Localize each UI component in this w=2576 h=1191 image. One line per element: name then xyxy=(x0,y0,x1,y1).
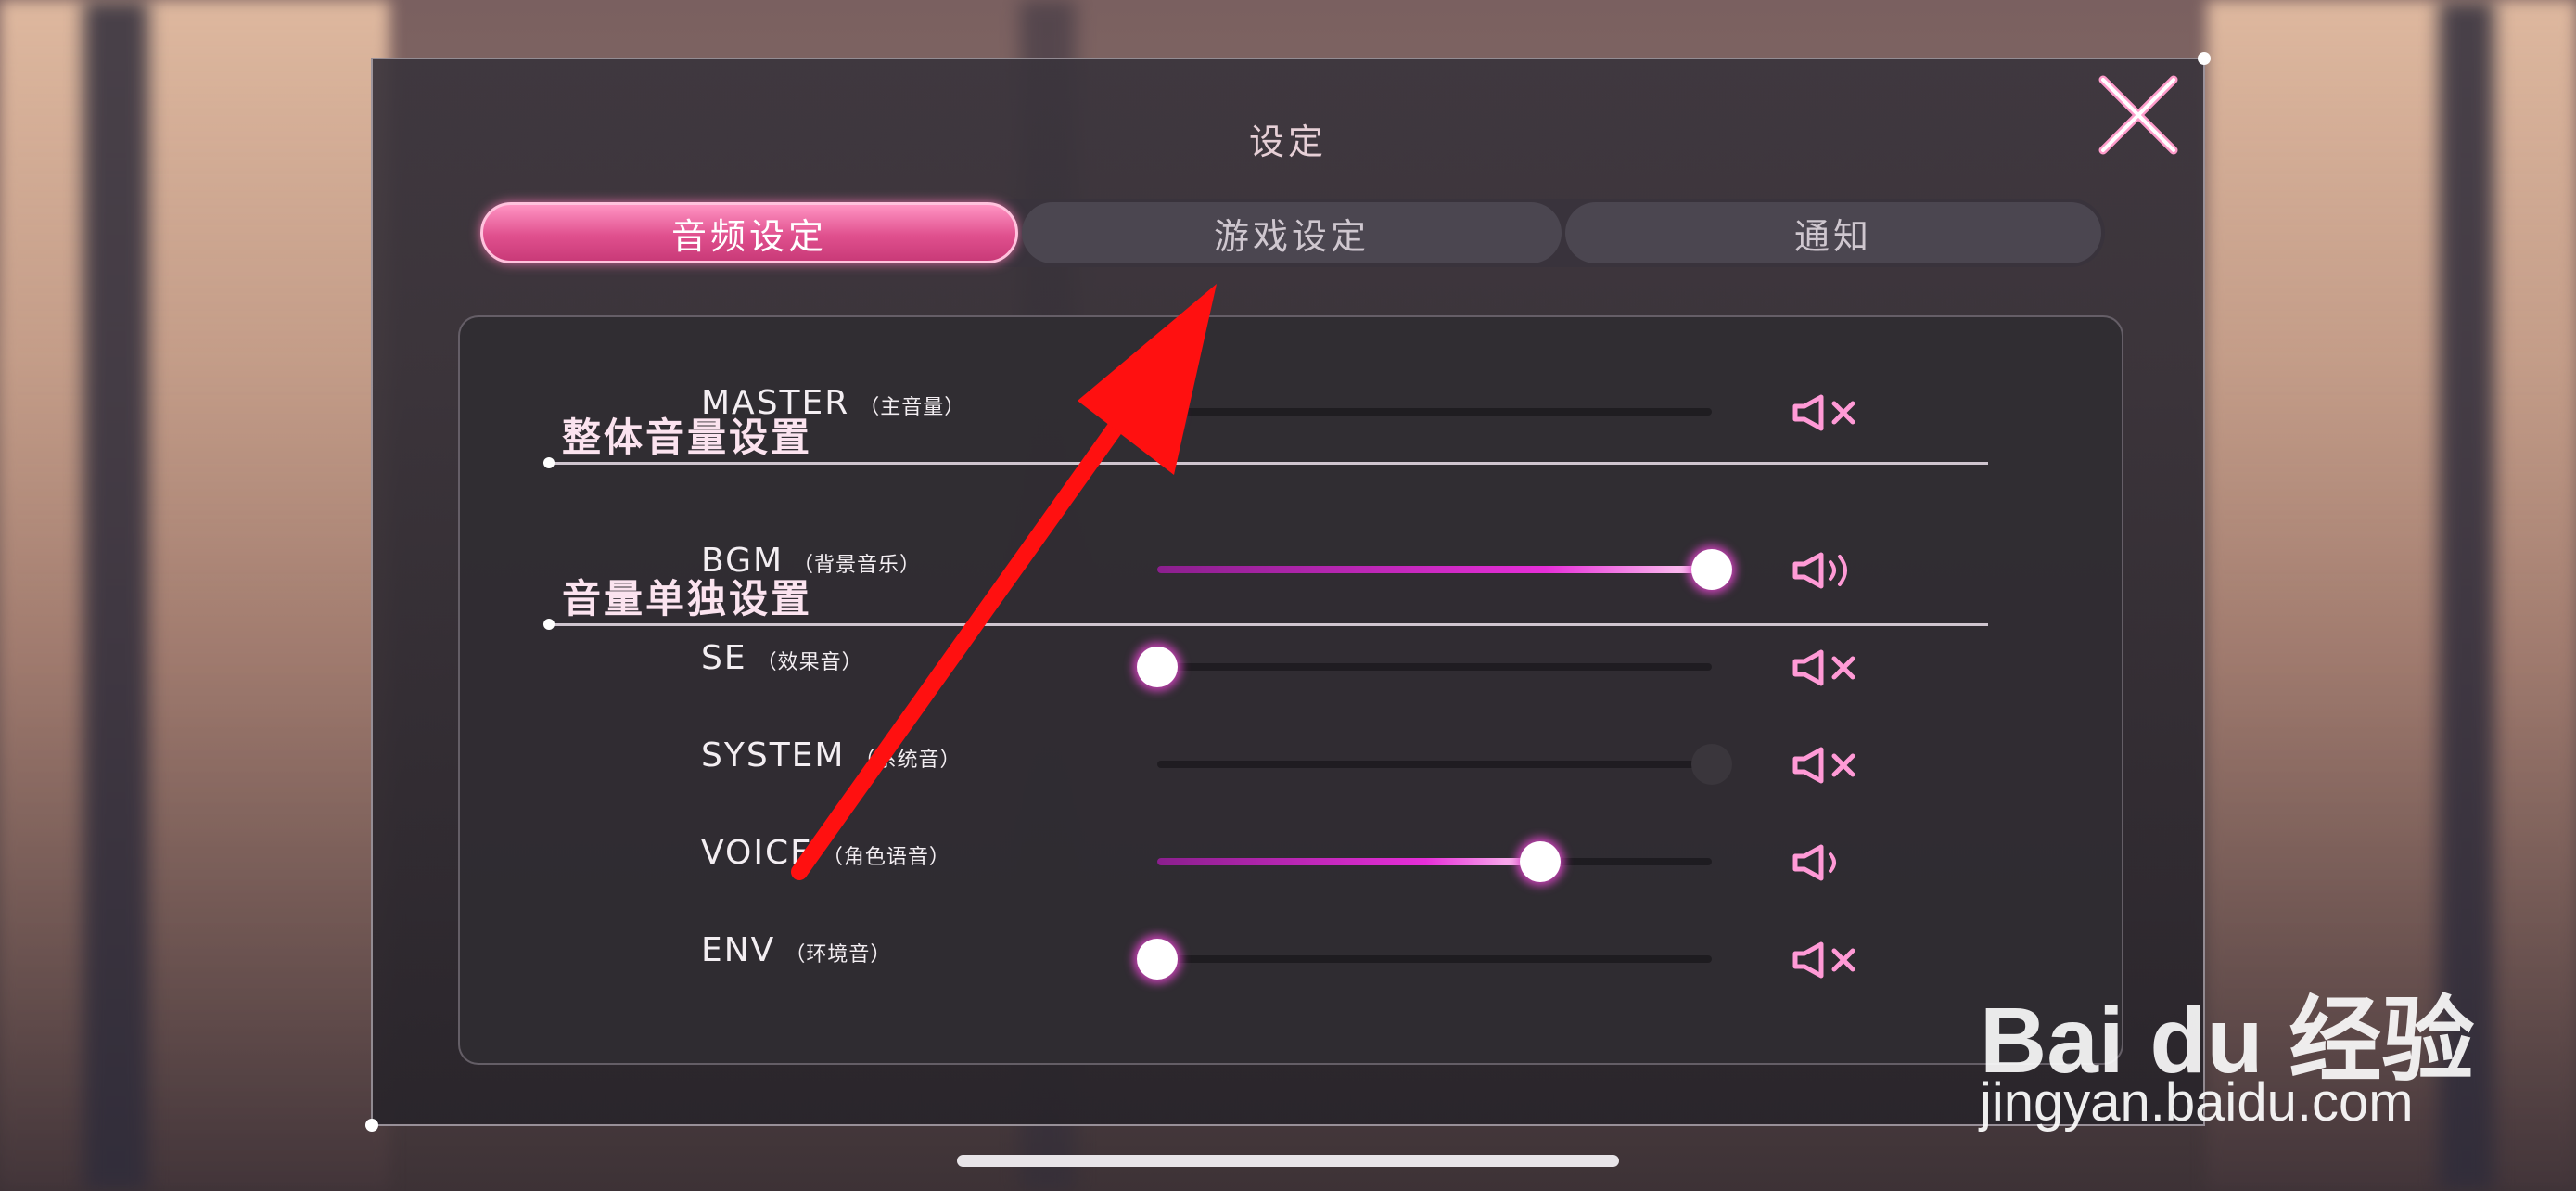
volume-slider-master[interactable] xyxy=(1137,391,1712,432)
volume-label-bgm: BGM （背景音乐） xyxy=(701,542,921,580)
volume-label-text: BGM xyxy=(701,542,784,580)
bg-pillar xyxy=(83,0,148,1191)
volume-slider-se[interactable] xyxy=(1137,647,1712,687)
section-divider xyxy=(543,619,1988,630)
speaker-on-icon[interactable] xyxy=(1792,549,1875,592)
volume-label-sub: （主音量） xyxy=(859,396,966,419)
slider-knob[interactable] xyxy=(1137,391,1178,432)
speaker-muted-icon[interactable] xyxy=(1792,647,1875,689)
settings-dialog: 设定 音频设定 游戏设定 通知 整体音量设置 音量单独设置 MASTER （主音量… xyxy=(365,52,2211,1132)
speaker-muted-icon[interactable] xyxy=(1792,939,1875,981)
volume-label-voice: VOICE （角色语音） xyxy=(701,834,950,872)
speaker-on-icon[interactable] xyxy=(1792,841,1875,884)
volume-label-sub: （系统音） xyxy=(854,749,962,772)
audio-settings-content: 整体音量设置 音量单独设置 MASTER （主音量） BGM （背景音乐） SE （效果音… xyxy=(458,315,2123,1065)
speaker-muted-icon[interactable] xyxy=(1792,391,1875,434)
volume-label-sub: （背景音乐） xyxy=(793,554,922,577)
slider-knob[interactable] xyxy=(1519,841,1561,882)
slider-fill xyxy=(1157,858,1540,865)
volume-slider-env[interactable] xyxy=(1137,939,1712,980)
volume-label-env: ENV （环境音） xyxy=(701,931,891,969)
volume-label-text: SE xyxy=(701,639,747,677)
volume-label-se: SE （效果音） xyxy=(701,639,863,677)
slider-knob[interactable] xyxy=(1137,647,1178,687)
close-button[interactable] xyxy=(2094,70,2183,160)
volume-slider-bgm[interactable] xyxy=(1157,549,1732,590)
speaker-muted-icon[interactable] xyxy=(1792,744,1875,787)
slider-knob[interactable] xyxy=(1691,549,1732,590)
corner-dot xyxy=(2198,52,2211,65)
volume-slider-system[interactable] xyxy=(1157,744,1732,785)
volume-label-text: VOICE xyxy=(701,834,813,872)
volume-label-text: ENV xyxy=(701,931,776,969)
volume-label-sub: （角色语音） xyxy=(822,846,950,869)
section-divider xyxy=(543,457,1988,468)
volume-label-text: SYSTEM xyxy=(701,736,846,775)
volume-label-system: SYSTEM （系统音） xyxy=(701,736,962,775)
volume-label-text: MASTER xyxy=(701,384,850,422)
corner-dot xyxy=(365,1119,378,1132)
volume-label-sub: （效果音） xyxy=(756,651,863,674)
volume-slider-voice[interactable] xyxy=(1157,841,1712,882)
dialog-title: 设定 xyxy=(1248,122,1327,162)
bg-window-left xyxy=(0,0,389,1191)
home-indicator[interactable] xyxy=(957,1155,1619,1167)
slider-fill xyxy=(1157,566,1712,573)
slider-knob[interactable] xyxy=(1691,744,1732,785)
volume-label-sub: （环境音） xyxy=(784,943,892,967)
close-x-icon xyxy=(2098,75,2178,155)
tab-notifications[interactable]: 通知 xyxy=(1565,202,2101,263)
tab-bar: 音频设定 游戏设定 通知 xyxy=(480,198,2105,267)
watermark-url: jingyan.baidu.com xyxy=(1980,1072,2414,1133)
slider-knob[interactable] xyxy=(1137,939,1178,980)
volume-label-master: MASTER （主音量） xyxy=(701,384,965,422)
tab-game-settings[interactable]: 游戏设定 xyxy=(1022,202,1562,263)
tab-audio-settings[interactable]: 音频设定 xyxy=(480,202,1018,263)
